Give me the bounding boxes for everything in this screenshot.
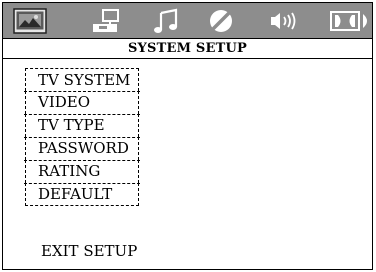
- menu-item-tv-type[interactable]: TV TYPE: [24, 114, 140, 138]
- dolby-icon: [330, 11, 367, 31]
- menu-item-default[interactable]: DEFAULT: [25, 183, 139, 206]
- tab-monitor-settings[interactable]: [89, 5, 123, 37]
- tab-tv-setup[interactable]: [11, 5, 49, 37]
- page-title: SYSTEM SETUP: [3, 39, 372, 59]
- tab-dolby[interactable]: [329, 5, 373, 37]
- tab-speaker[interactable]: [268, 5, 304, 37]
- speaker-icon: [271, 12, 296, 30]
- menu-item-label: TV SYSTEM: [38, 71, 131, 89]
- menu-item-label: TV TYPE: [38, 116, 105, 134]
- circle-slash-icon: [210, 10, 232, 32]
- menu-item-label: PASSWORD: [38, 139, 129, 157]
- setup-screen: SYSTEM SETUP TV SYSTEM VIDEO TV TYPE PAS…: [2, 2, 373, 270]
- tab-parental[interactable]: [205, 5, 237, 37]
- exit-setup-button[interactable]: EXIT SETUP: [41, 241, 137, 261]
- menu-item-video[interactable]: VIDEO: [24, 91, 140, 115]
- monitor-settings-icon: [93, 9, 119, 32]
- tab-audio[interactable]: [151, 5, 181, 37]
- menu-item-label: RATING: [38, 162, 101, 180]
- setup-menu: TV SYSTEM VIDEO TV TYPE PASSWORD RATING …: [24, 68, 140, 206]
- menu-item-label: VIDEO: [38, 93, 91, 111]
- menu-item-rating[interactable]: RATING: [24, 160, 140, 184]
- menu-item-tv-system[interactable]: TV SYSTEM: [24, 68, 140, 92]
- menu-item-password[interactable]: PASSWORD: [24, 137, 140, 161]
- tab-bar: [3, 3, 372, 39]
- music-note-icon: [154, 8, 178, 33]
- menu-item-label: DEFAULT: [38, 185, 113, 203]
- tv-setup-icon: [13, 8, 47, 34]
